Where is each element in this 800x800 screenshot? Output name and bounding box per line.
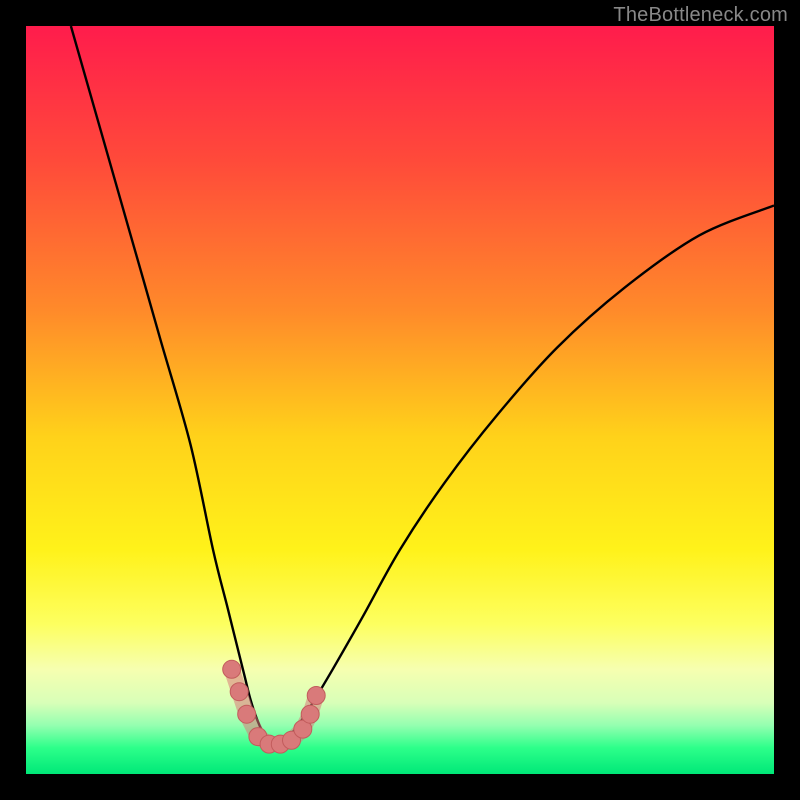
valley-marker (301, 705, 319, 723)
valley-marker (238, 705, 256, 723)
plot-area (26, 26, 774, 774)
outer-frame: TheBottleneck.com (0, 0, 800, 800)
chart-svg (26, 26, 774, 774)
valley-marker (230, 683, 248, 701)
valley-marker (223, 660, 241, 678)
watermark-text: TheBottleneck.com (613, 4, 788, 27)
valley-marker (307, 687, 325, 705)
gradient-background (26, 26, 774, 774)
